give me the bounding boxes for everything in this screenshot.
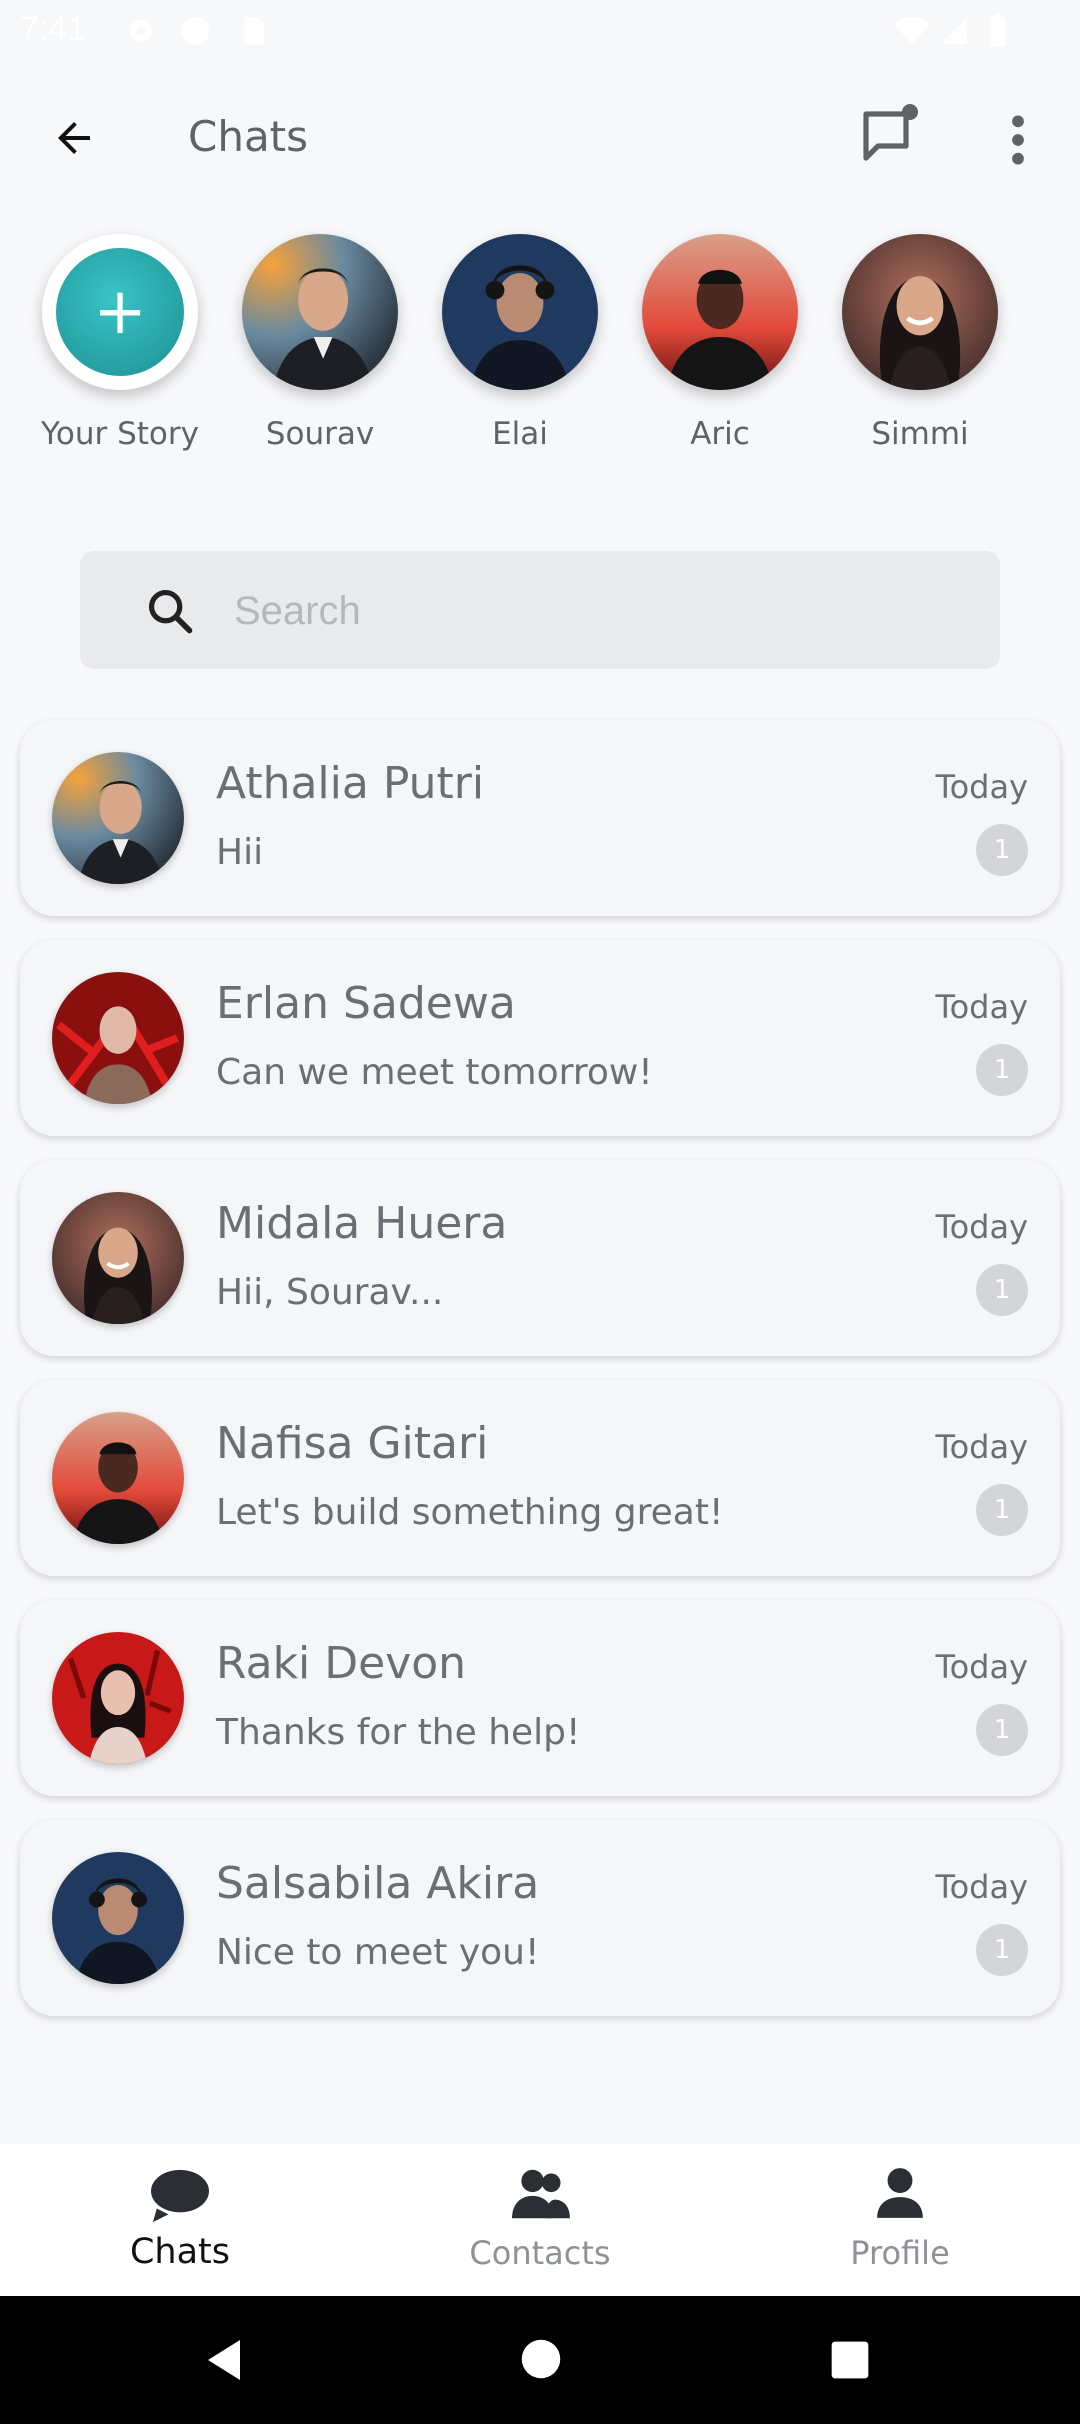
unread-badge: 1 [976,824,1028,876]
nav-chats[interactable]: Chats [0,2144,360,2296]
arrow-back-icon [58,122,90,154]
add-story-button[interactable]: + [42,234,198,390]
wifi-icon [892,14,932,52]
story-label: Simmi [871,416,969,452]
chat-timestamp: Today [935,1868,1028,1906]
unread-badge: 1 [976,1704,1028,1756]
new-message-icon [863,104,918,161]
chat-item[interactable]: Erlan Sadewa Can we meet tomorrow! Today… [20,940,1060,1136]
nav-profile[interactable]: Profile [720,2144,1080,2296]
bottom-nav: Chats Contacts Profile [0,2144,1080,2296]
stories-row: + Your Story Sourav Elai Aric Simmi [0,234,1080,464]
story-elai[interactable]: Elai [420,234,620,452]
chat-timestamp: Today [935,988,1028,1026]
chat-name: Midala Huera [216,1198,508,1249]
sim-icon [238,14,268,52]
nav-label: Chats [129,2232,231,2272]
page-title: Chats [188,112,309,161]
nav-back-icon[interactable] [200,2336,248,2388]
chat-last-message: Hii, Sourav... [216,1272,444,1313]
chat-last-message: Let's build something great! [216,1492,724,1533]
story-your-story[interactable]: + Your Story [20,234,220,452]
nav-label: Profile [850,2234,950,2272]
story-simmi[interactable]: Simmi [820,234,1020,452]
chat-last-message: Nice to meet you! [216,1932,540,1973]
person-icon [875,2166,925,2224]
settings-icon [124,14,158,52]
app-bar: Chats [0,64,1080,212]
status-time: 7:41 [20,10,87,48]
more-vert-icon [1012,115,1024,165]
story-label: Sourav [265,416,375,452]
chat-last-message: Can we meet tomorrow! [216,1052,653,1093]
chat-item[interactable]: Salsabila Akira Nice to meet you! Today … [20,1820,1060,2016]
avatar [442,234,598,390]
chat-name: Athalia Putri [216,758,485,809]
avatar [642,234,798,390]
story-aric[interactable]: Aric [620,234,820,452]
avatar [52,972,184,1104]
unread-badge: 1 [976,1044,1028,1096]
chat-item[interactable]: Raki Devon Thanks for the help! Today 1 [20,1600,1060,1796]
story-label: Aric [690,416,750,452]
search-input[interactable] [232,581,936,641]
chat-timestamp: Today [935,1208,1028,1246]
chat-item[interactable]: Nafisa Gitari Let's build something grea… [20,1380,1060,1576]
chat-timestamp: Today [935,1428,1028,1466]
chat-last-message: Hii [216,832,264,873]
search-bar[interactable] [80,551,1000,669]
avatar [52,1192,184,1324]
status-bar: 7:41 [0,0,1080,64]
signal-icon [938,14,970,52]
unread-badge: 1 [976,1484,1028,1536]
chat-timestamp: Today [935,1648,1028,1686]
chat-name: Erlan Sadewa [216,978,516,1029]
chat-item[interactable]: Athalia Putri Hii Today 1 [20,720,1060,916]
shield-icon [178,14,212,52]
unread-badge: 1 [976,1924,1028,1976]
unread-badge: 1 [976,1264,1028,1316]
contacts-icon [508,2166,572,2226]
story-sourav[interactable]: Sourav [220,234,420,452]
nav-home-icon[interactable] [520,2338,562,2384]
new-message-button[interactable] [858,102,922,166]
avatar [52,1852,184,1984]
nav-contacts[interactable]: Contacts [360,2144,720,2296]
avatar [842,234,998,390]
story-label: Elai [492,416,548,452]
more-options-button[interactable] [994,108,1042,172]
plus-icon: + [56,248,184,376]
chat-timestamp: Today [935,768,1028,806]
chat-item[interactable]: Midala Huera Hii, Sourav... Today 1 [20,1160,1060,1356]
nav-recents-icon[interactable] [830,2340,870,2384]
story-label: Your Story [41,416,199,452]
battery-icon [988,14,1008,52]
avatar [52,752,184,884]
chat-name: Salsabila Akira [216,1858,540,1909]
chat-last-message: Thanks for the help! [216,1712,581,1753]
chat-name: Raki Devon [216,1638,467,1689]
chat-bubble-icon [149,2166,211,2228]
search-icon [144,585,196,641]
back-button[interactable] [44,108,104,168]
avatar [52,1412,184,1544]
avatar [52,1632,184,1764]
avatar [242,234,398,390]
nav-label: Contacts [469,2234,611,2272]
system-nav-bar [0,2296,1080,2424]
chat-name: Nafisa Gitari [216,1418,489,1469]
